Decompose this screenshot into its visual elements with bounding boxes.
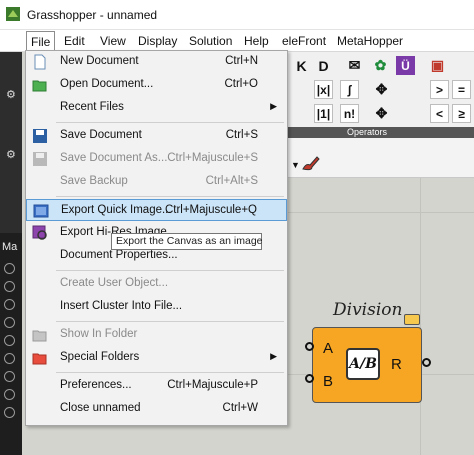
toolbar-icon[interactable]: ✥: [372, 80, 391, 99]
menu-item-export-quick-image[interactable]: Export Quick Image... Ctrl+Majuscule+Q: [26, 199, 287, 221]
chevron-down-icon[interactable]: ▼: [291, 160, 300, 170]
toolbar-icon[interactable]: |x|: [314, 80, 333, 99]
title-bar: Grasshopper - unnamed: [0, 0, 474, 30]
toolbar-icon[interactable]: |1|: [314, 104, 333, 123]
component-name: Division: [333, 300, 403, 320]
menu-item-save-document[interactable]: Save Document Ctrl+S: [26, 125, 287, 147]
grid-line: [288, 212, 474, 213]
port-icon: [4, 335, 15, 346]
menu-file[interactable]: File: [26, 31, 56, 52]
tooltip: Export the Canvas as an image: [111, 233, 263, 250]
submenu-arrow-icon: ▶: [270, 351, 277, 361]
toolbar-icon[interactable]: ✿: [371, 56, 390, 75]
window-title: Grasshopper - unnamed: [27, 8, 158, 22]
input-label-a: A: [323, 340, 334, 357]
menu-item-preferences[interactable]: Preferences... Ctrl+Majuscule+P: [26, 375, 287, 397]
component-flag-icon: [404, 314, 420, 325]
division-icon: A/B: [346, 348, 380, 380]
toolbar-icon[interactable]: D: [314, 56, 333, 75]
toolbar-icon[interactable]: >: [430, 80, 449, 99]
input-label-b: B: [323, 373, 334, 390]
menu-separator: [56, 270, 284, 271]
toolbar-icon[interactable]: ✉: [345, 56, 364, 75]
operators-category-label[interactable]: Operators: [288, 127, 474, 138]
menu-item-show-in-folder[interactable]: Show In Folder: [26, 324, 287, 346]
port-icon: [4, 389, 15, 400]
menu-separator: [56, 372, 284, 373]
menu-elefront[interactable]: eleFront: [282, 33, 326, 49]
output-label-r: R: [391, 356, 402, 373]
save-as-icon: [33, 152, 47, 166]
export-hires-icon: [32, 225, 47, 240]
menu-item-recent-files[interactable]: Recent Files ▶: [26, 97, 287, 119]
left-parameter-panel: Ma: [0, 233, 22, 455]
toolbar-icon[interactable]: =: [452, 80, 471, 99]
left-panel-label: Ma: [2, 241, 18, 253]
submenu-arrow-icon: ▶: [270, 101, 277, 111]
paint-brush-icon[interactable]: [300, 154, 320, 172]
menu-item-open-document[interactable]: Open Document... Ctrl+O: [26, 74, 287, 96]
menu-separator: [56, 122, 284, 123]
grasshopper-app-icon: [6, 7, 20, 21]
port-icon: [4, 281, 15, 292]
input-port-b[interactable]: [305, 374, 314, 383]
special-folder-icon: [32, 353, 47, 365]
menu-item-save-backup[interactable]: Save Backup Ctrl+Alt+S: [26, 171, 287, 193]
menu-item-create-user-object[interactable]: Create User Object...: [26, 273, 287, 295]
toolbar-icon[interactable]: ≥: [452, 104, 471, 123]
menu-edit[interactable]: Edit: [64, 33, 85, 49]
menu-display[interactable]: Display: [138, 33, 177, 49]
menu-bar: File Edit View Display Solution Help ele…: [0, 30, 474, 52]
save-icon: [33, 129, 47, 143]
menu-solution[interactable]: Solution: [189, 33, 232, 49]
grid-line: [420, 178, 421, 455]
port-icon: [4, 353, 15, 364]
toolbar-icon[interactable]: ʃ: [340, 80, 359, 99]
menu-metahopper[interactable]: MetaHopper: [337, 33, 403, 49]
toolbar-icon[interactable]: ▣: [428, 56, 447, 75]
export-image-icon: [33, 204, 49, 218]
open-folder-icon: [32, 80, 47, 92]
toolbar-icon[interactable]: ✥: [372, 104, 391, 123]
output-port-r[interactable]: [422, 358, 431, 367]
menu-help[interactable]: Help: [244, 33, 269, 49]
gear-icon[interactable]: ⚙: [6, 148, 16, 161]
menu-separator: [56, 321, 284, 322]
toolbar-icon[interactable]: n!: [340, 104, 359, 123]
gear-icon[interactable]: ⚙: [6, 88, 16, 101]
new-document-icon: [34, 54, 46, 70]
component-toolbar: K D ✉ ✿ Ü ▣ |x| ʃ ✥ > = |1| n! ✥ < ≥: [288, 52, 474, 138]
menu-item-special-folders[interactable]: Special Folders ▶: [26, 347, 287, 369]
port-icon: [4, 371, 15, 382]
menu-item-close-unnamed[interactable]: Close unnamed Ctrl+W: [26, 398, 287, 420]
menu-item-new-document[interactable]: New Document Ctrl+N: [26, 51, 287, 73]
menu-view[interactable]: View: [100, 33, 126, 49]
menu-item-insert-cluster[interactable]: Insert Cluster Into File...: [26, 296, 287, 318]
port-icon: [4, 407, 15, 418]
port-icon: [4, 263, 15, 274]
input-port-a[interactable]: [305, 342, 314, 351]
port-icon: [4, 299, 15, 310]
toolbar-icon[interactable]: <: [430, 104, 449, 123]
menu-separator: [56, 196, 284, 197]
folder-icon: [32, 330, 47, 342]
menu-item-save-document-as[interactable]: Save Document As... Ctrl+Majuscule+S: [26, 148, 287, 170]
port-icon: [4, 317, 15, 328]
toolbar-icon[interactable]: Ü: [396, 56, 415, 75]
toolbar-icon[interactable]: K: [292, 56, 311, 75]
